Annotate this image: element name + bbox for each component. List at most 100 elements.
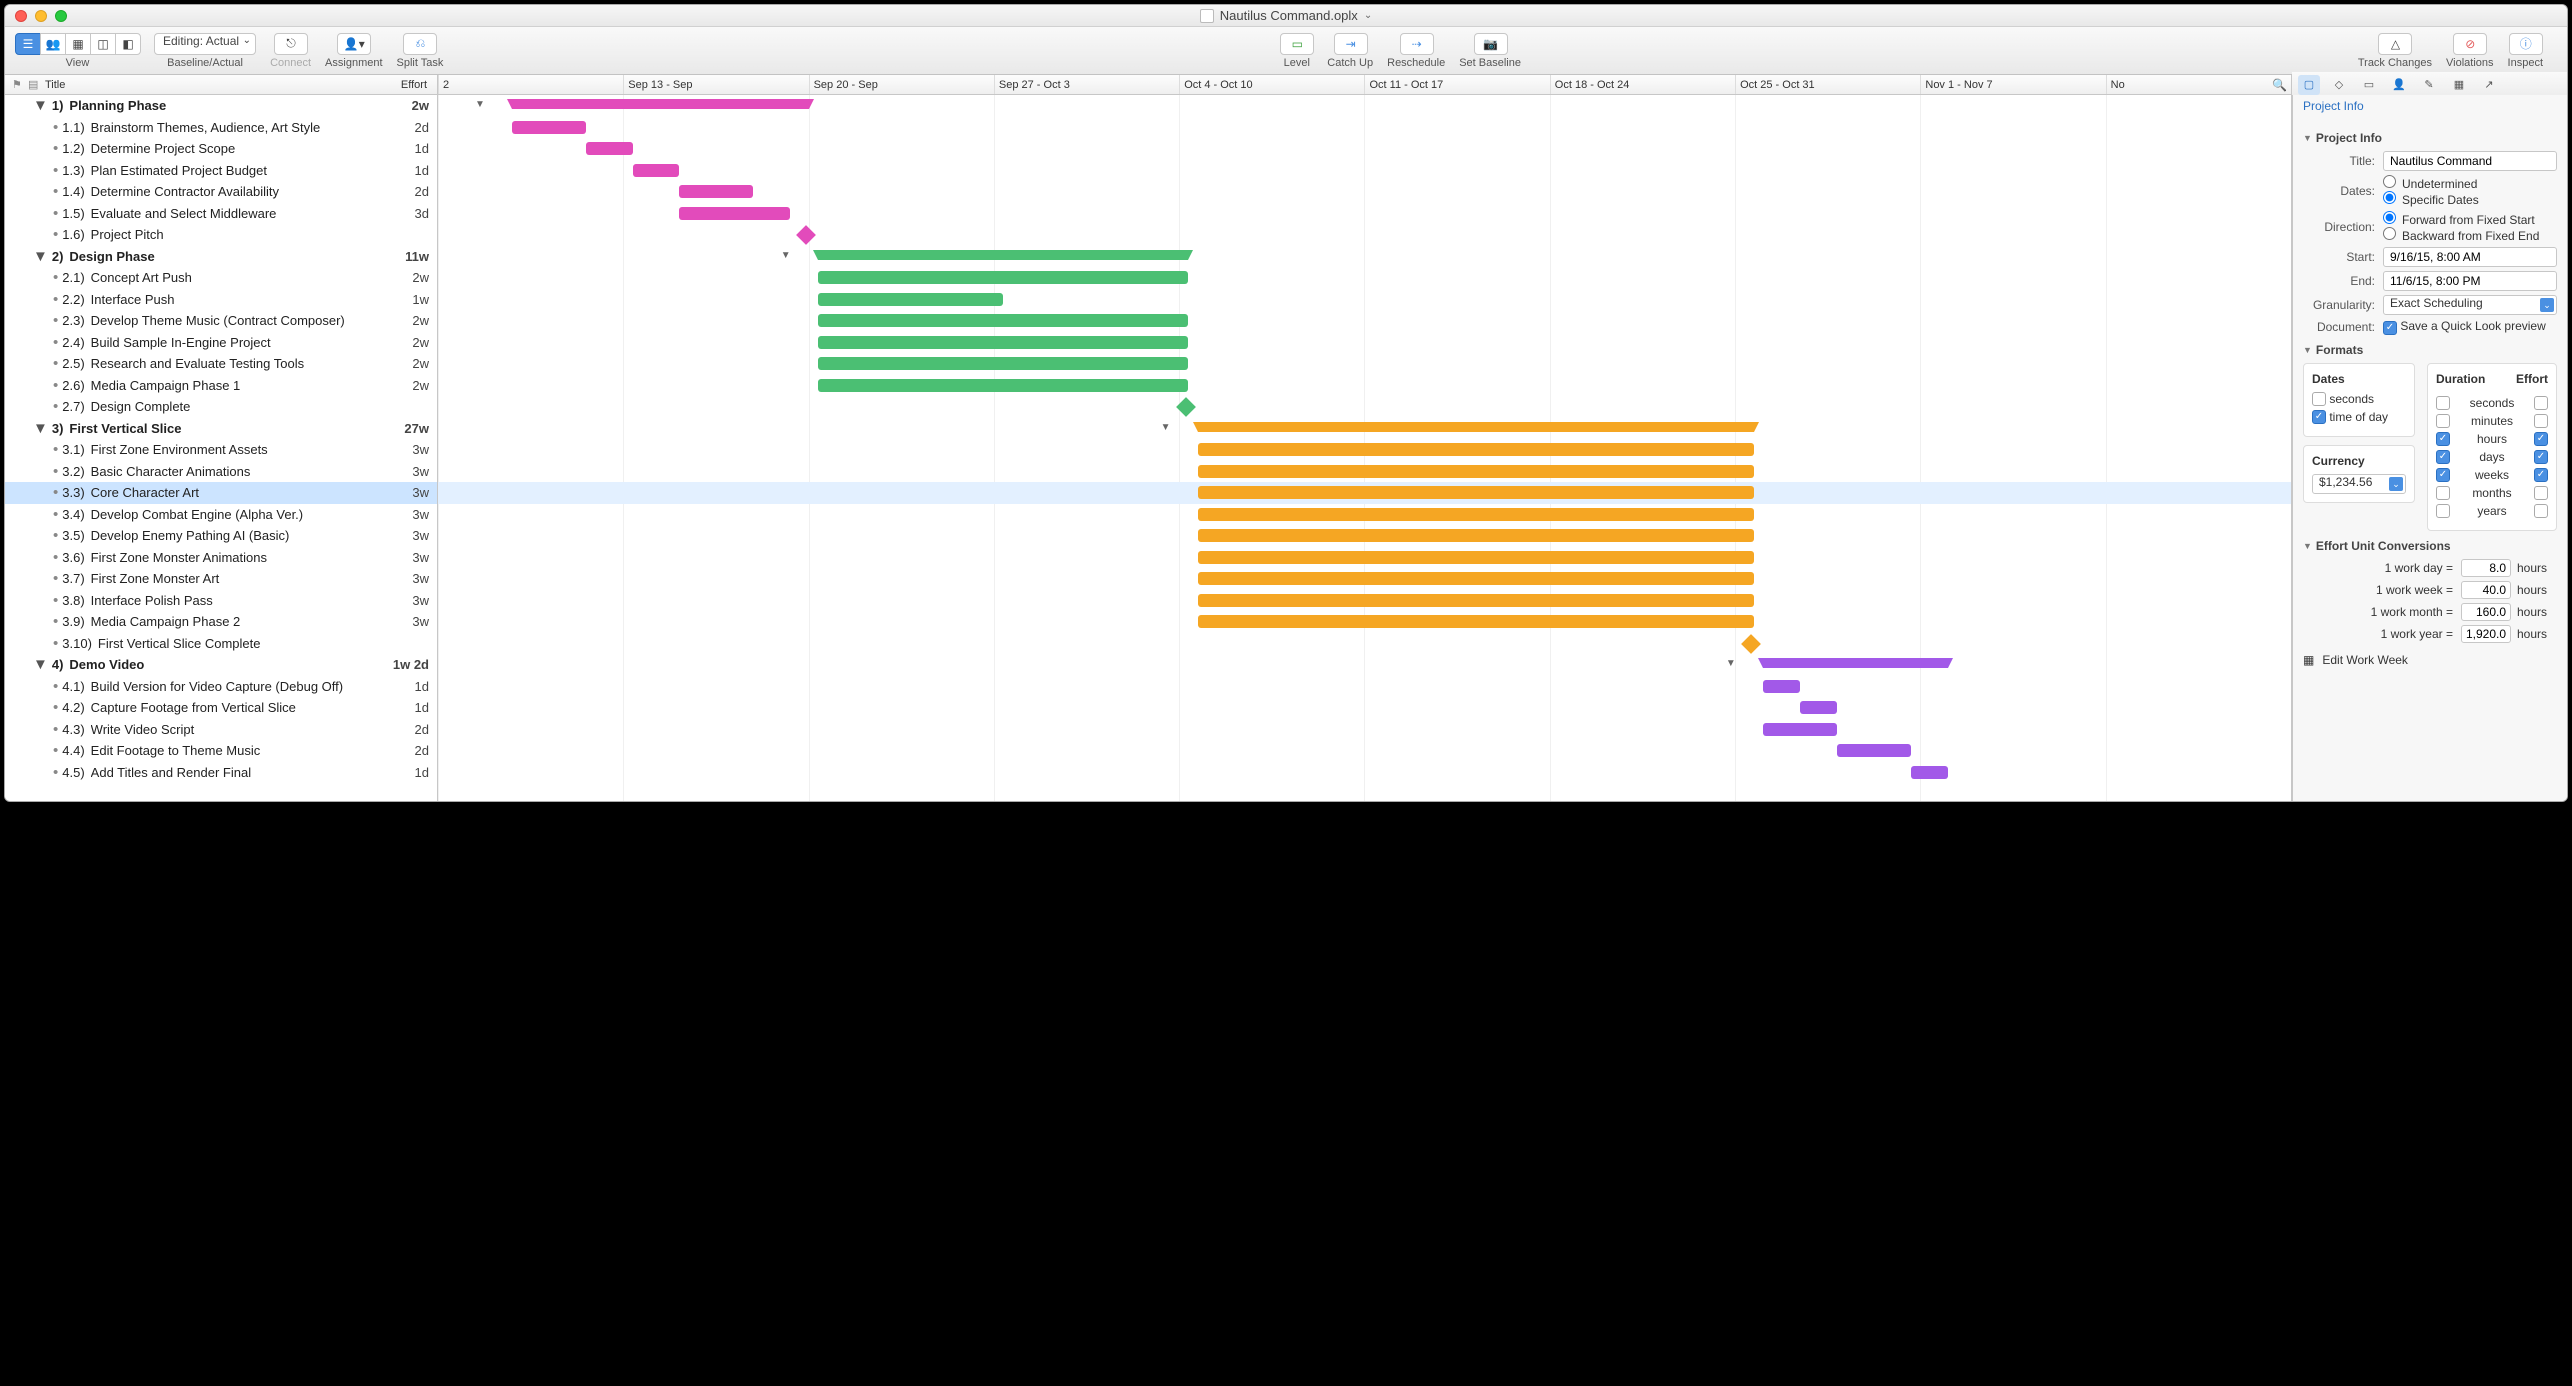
task-row[interactable]: •4.4)Edit Footage to Theme Music2d bbox=[5, 740, 437, 762]
view-gantt-button[interactable]: ☰ bbox=[15, 33, 41, 55]
gantt-bar[interactable] bbox=[1198, 551, 1754, 564]
inspector-tab-resource[interactable]: 👤 bbox=[2388, 75, 2410, 95]
edit-workweek-button[interactable]: Edit Work Week bbox=[2322, 653, 2408, 667]
task-row[interactable]: •4.3)Write Video Script2d bbox=[5, 719, 437, 741]
connect-button[interactable]: ⎋ bbox=[274, 33, 308, 55]
search-icon[interactable]: 🔍 bbox=[2272, 78, 2287, 92]
dur-years-check[interactable] bbox=[2436, 504, 2450, 518]
gantt-row[interactable] bbox=[438, 504, 2291, 526]
gantt-bar[interactable] bbox=[1911, 766, 1948, 779]
gantt-row[interactable] bbox=[438, 762, 2291, 784]
inspector-tab-task[interactable]: ▭ bbox=[2358, 75, 2380, 95]
gantt-row[interactable] bbox=[438, 676, 2291, 698]
gantt-row[interactable] bbox=[438, 160, 2291, 182]
view-network-button[interactable]: ◫ bbox=[90, 33, 116, 55]
dates-seconds-check[interactable] bbox=[2312, 392, 2326, 406]
gantt-bar[interactable] bbox=[1741, 634, 1761, 654]
gantt-row[interactable] bbox=[438, 568, 2291, 590]
dur-hours-check[interactable]: ✓ bbox=[2436, 432, 2450, 446]
quicklook-checkbox[interactable]: ✓ bbox=[2383, 321, 2397, 335]
granularity-select[interactable]: Exact Scheduling⌄ bbox=[2383, 295, 2557, 315]
week-header[interactable]: Oct 4 - Oct 10 bbox=[1179, 75, 1364, 94]
view-calendar-button[interactable]: ▦ bbox=[65, 33, 91, 55]
gantt-row[interactable] bbox=[438, 633, 2291, 655]
task-row[interactable]: •2.3)Develop Theme Music (Contract Compo… bbox=[5, 310, 437, 332]
task-row[interactable]: •2.7)Design Complete bbox=[5, 396, 437, 418]
task-row[interactable]: ▼1)Planning Phase2w bbox=[5, 95, 437, 117]
gantt-row[interactable] bbox=[438, 332, 2291, 354]
dur-weeks-check[interactable]: ✓ bbox=[2436, 468, 2450, 482]
inspector-tab-custom[interactable]: ▦ bbox=[2448, 75, 2470, 95]
week-header[interactable]: Sep 20 - Sep bbox=[809, 75, 994, 94]
eff-hours-check[interactable]: ✓ bbox=[2534, 432, 2548, 446]
direction-backward-radio[interactable] bbox=[2383, 227, 2396, 240]
week-header[interactable]: No bbox=[2106, 75, 2291, 94]
currency-select[interactable]: $1,234.56⌄ bbox=[2312, 474, 2406, 494]
dates-specific-radio[interactable] bbox=[2383, 191, 2396, 204]
task-row[interactable]: •3.6)First Zone Monster Animations3w bbox=[5, 547, 437, 569]
gantt-bar[interactable] bbox=[818, 336, 1189, 349]
gantt-row[interactable] bbox=[438, 203, 2291, 225]
gantt-bar[interactable] bbox=[1763, 723, 1837, 736]
dates-timeofday-check[interactable]: ✓ bbox=[2312, 410, 2326, 424]
effort-column-header[interactable]: Effort bbox=[377, 79, 437, 91]
week-header[interactable]: Oct 11 - Oct 17 bbox=[1364, 75, 1549, 94]
task-row[interactable]: •2.2)Interface Push1w bbox=[5, 289, 437, 311]
task-row[interactable]: •3.4)Develop Combat Engine (Alpha Ver.)3… bbox=[5, 504, 437, 526]
eff-years-check[interactable] bbox=[2534, 504, 2548, 518]
eff-weeks-check[interactable]: ✓ bbox=[2534, 468, 2548, 482]
task-row[interactable]: •3.10)First Vertical Slice Complete bbox=[5, 633, 437, 655]
dur-seconds-check[interactable] bbox=[2436, 396, 2450, 410]
task-row[interactable]: ▼4)Demo Video1w 2d bbox=[5, 654, 437, 676]
gantt-row[interactable] bbox=[438, 611, 2291, 633]
task-row[interactable]: •3.1)First Zone Environment Assets3w bbox=[5, 439, 437, 461]
task-row[interactable]: •1.5)Evaluate and Select Middleware3d bbox=[5, 203, 437, 225]
gantt-row[interactable] bbox=[438, 461, 2291, 483]
split-button[interactable]: ⎌ bbox=[403, 33, 437, 55]
timeline-header[interactable]: 2Sep 13 - SepSep 20 - SepSep 27 - Oct 3O… bbox=[438, 75, 2292, 94]
task-row[interactable]: •3.7)First Zone Monster Art3w bbox=[5, 568, 437, 590]
task-row[interactable]: •3.8)Interface Polish Pass3w bbox=[5, 590, 437, 612]
week-header[interactable]: 2 bbox=[438, 75, 623, 94]
task-row[interactable]: •4.2)Capture Footage from Vertical Slice… bbox=[5, 697, 437, 719]
inspector-tab-styles[interactable]: ✎ bbox=[2418, 75, 2440, 95]
eff-months-check[interactable] bbox=[2534, 486, 2548, 500]
gantt-row[interactable] bbox=[438, 310, 2291, 332]
gantt-bar[interactable] bbox=[679, 185, 753, 198]
gantt-bar[interactable] bbox=[1198, 529, 1754, 542]
reschedule-button[interactable]: ⇢ bbox=[1400, 33, 1434, 55]
gantt-bar[interactable] bbox=[818, 250, 1189, 260]
task-row[interactable]: ▼2)Design Phase11w bbox=[5, 246, 437, 268]
gantt-row[interactable]: ▼ bbox=[438, 246, 2291, 268]
task-row[interactable]: •3.9)Media Campaign Phase 23w bbox=[5, 611, 437, 633]
gantt-bar[interactable] bbox=[1198, 443, 1754, 456]
gantt-row[interactable] bbox=[438, 267, 2291, 289]
gantt-row[interactable]: ▼ bbox=[438, 418, 2291, 440]
task-row[interactable]: •2.5)Research and Evaluate Testing Tools… bbox=[5, 353, 437, 375]
gantt-bar[interactable] bbox=[818, 357, 1189, 370]
gantt-row[interactable] bbox=[438, 439, 2291, 461]
task-row[interactable]: •3.5)Develop Enemy Pathing AI (Basic)3w bbox=[5, 525, 437, 547]
gantt-bar[interactable] bbox=[586, 142, 632, 155]
task-row[interactable]: •1.4)Determine Contractor Availability2d bbox=[5, 181, 437, 203]
setbaseline-button[interactable]: 📷 bbox=[1474, 33, 1508, 55]
conv-year-input[interactable] bbox=[2461, 625, 2511, 643]
conv-day-input[interactable] bbox=[2461, 559, 2511, 577]
eff-seconds-check[interactable] bbox=[2534, 396, 2548, 410]
minimize-window-button[interactable] bbox=[35, 10, 47, 22]
gantt-bar[interactable] bbox=[1198, 572, 1754, 585]
task-row[interactable]: •2.1)Concept Art Push2w bbox=[5, 267, 437, 289]
eff-days-check[interactable]: ✓ bbox=[2534, 450, 2548, 464]
dates-undetermined-radio[interactable] bbox=[2383, 175, 2396, 188]
gantt-bar[interactable] bbox=[818, 271, 1189, 284]
task-row[interactable]: ▼3)First Vertical Slice27w bbox=[5, 418, 437, 440]
view-resources-button[interactable]: 👥 bbox=[40, 33, 66, 55]
view-styles-button[interactable]: ◧ bbox=[115, 33, 141, 55]
title-column-header[interactable]: Title bbox=[45, 79, 377, 91]
gantt-row[interactable] bbox=[438, 396, 2291, 418]
gantt-bar[interactable] bbox=[1198, 615, 1754, 628]
gantt-row[interactable] bbox=[438, 740, 2291, 762]
inspector-tab-project[interactable]: ▢ bbox=[2298, 75, 2320, 95]
task-row[interactable]: •1.3)Plan Estimated Project Budget1d bbox=[5, 160, 437, 182]
gantt-bar[interactable] bbox=[633, 164, 679, 177]
